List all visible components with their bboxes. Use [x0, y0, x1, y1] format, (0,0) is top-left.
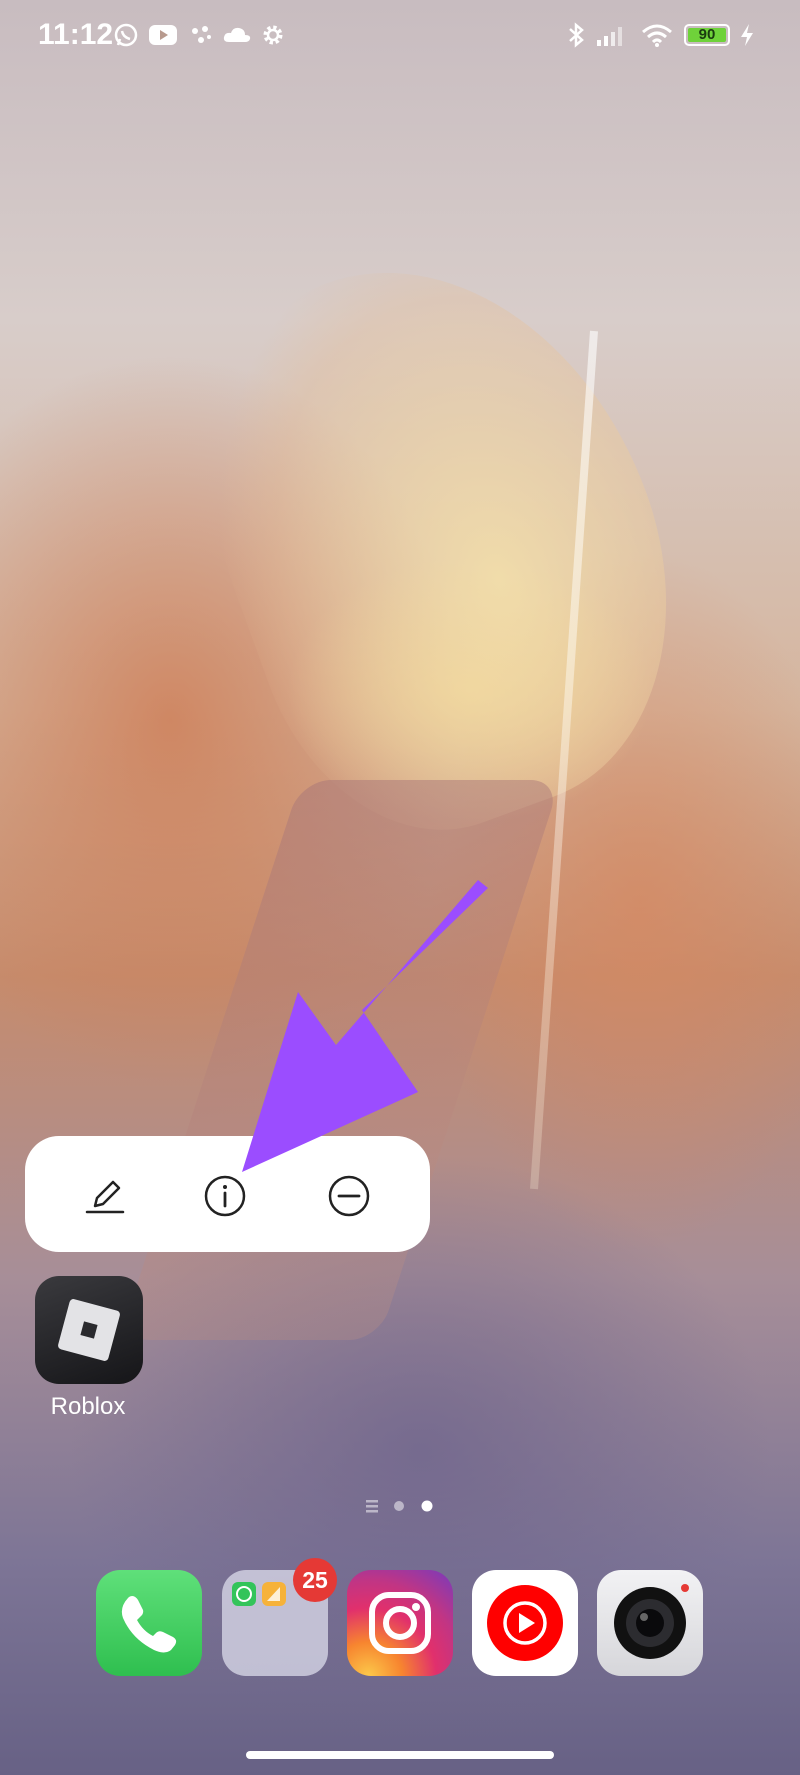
pencil-icon[interactable]: [83, 1174, 127, 1218]
signal-icon: [597, 27, 622, 46]
dock-app-phone[interactable]: [96, 1570, 202, 1676]
youtube-icon: [149, 25, 177, 45]
assistant-icon: [192, 26, 211, 43]
youtube-music-icon: [487, 1585, 563, 1661]
status-bar: 11:12 90: [0, 0, 800, 70]
notification-badge: 25: [293, 1558, 337, 1602]
settings-icon: [263, 25, 283, 45]
dock-app-instagram[interactable]: [347, 1570, 453, 1676]
camera-icon: [614, 1584, 689, 1659]
wallpaper-shape: [146, 205, 734, 875]
dock-app-youtube-music[interactable]: [472, 1570, 578, 1676]
wallpaper-shape: [119, 780, 561, 1340]
app-context-menu: [25, 1136, 430, 1252]
instagram-icon: [369, 1592, 431, 1654]
app-label-roblox: Roblox: [50, 1393, 126, 1420]
minus-circle-icon[interactable]: [327, 1174, 371, 1218]
phone-icon: [121, 1596, 177, 1653]
status-time: 11:12: [38, 18, 114, 51]
info-icon[interactable]: [203, 1174, 247, 1218]
page-indicator-dots: [366, 1500, 433, 1513]
page-indicator: [0, 1496, 800, 1516]
cloud-icon: [223, 27, 251, 42]
dock-app-camera[interactable]: [597, 1570, 703, 1676]
bluetooth-icon: [569, 22, 584, 48]
battery-percent: 90: [698, 26, 716, 43]
app-icon-roblox[interactable]: [35, 1276, 143, 1384]
charging-icon: [741, 24, 753, 46]
whatsapp-icon: [114, 23, 138, 47]
roblox-icon: [58, 1299, 120, 1361]
battery-icon: 90: [684, 24, 730, 46]
home-indicator[interactable]: [246, 1751, 554, 1759]
wifi-icon: [642, 24, 672, 47]
